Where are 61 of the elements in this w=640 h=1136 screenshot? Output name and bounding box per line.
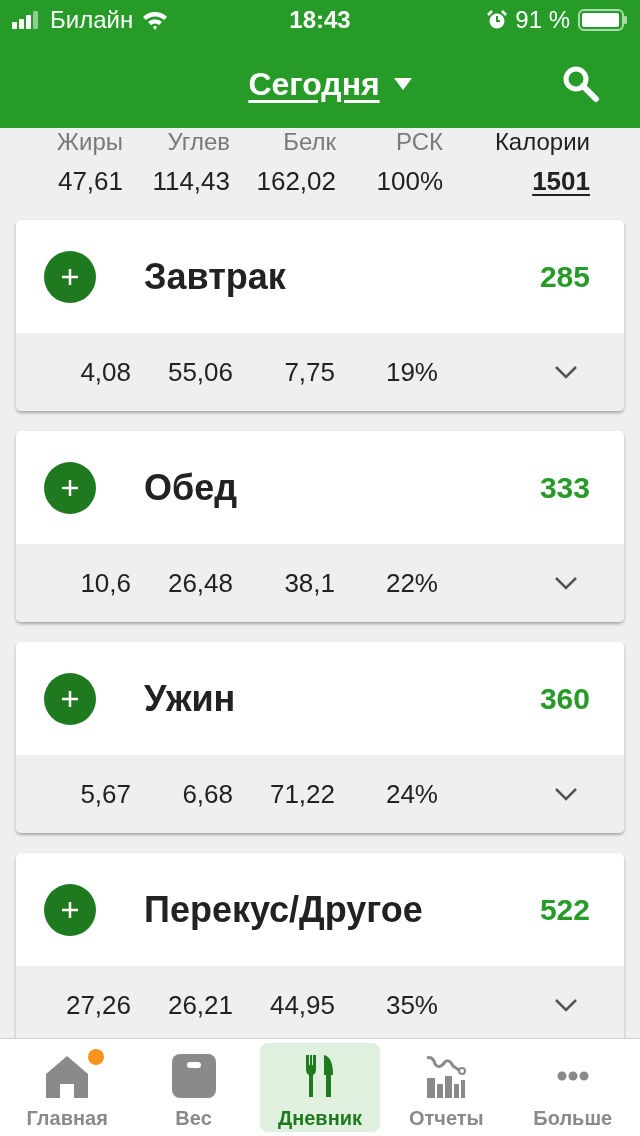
- meal-nutrient: 6,68: [181, 778, 233, 810]
- meal-calories: 285: [539, 259, 590, 294]
- fork-knife-icon: [304, 1053, 335, 1099]
- caret-icon: [393, 78, 412, 90]
- meal-nutrient: 26,21: [166, 989, 233, 1021]
- home-icon: [44, 1054, 91, 1098]
- meal-nutrient: 26,48: [166, 567, 233, 599]
- nutrient-label: Жиры: [55, 128, 123, 156]
- meal-nutrient: 35%: [384, 989, 438, 1021]
- meal-name: Обед: [144, 466, 239, 509]
- meal-nutrient: 44,95: [268, 989, 335, 1021]
- meal-name: Ужин: [144, 677, 237, 720]
- nutrient-total: 114,43: [151, 166, 230, 198]
- meal-nutrient: 38,1: [283, 567, 335, 599]
- add-button[interactable]: [44, 461, 96, 514]
- tab-item[interactable]: Вес: [133, 1043, 254, 1132]
- meal-nutrient: 71,22: [268, 778, 335, 810]
- battery-icon: [578, 9, 628, 31]
- meal-nutrient: 7,75: [283, 356, 335, 388]
- chevron-down-icon[interactable]: [554, 576, 578, 590]
- nutrient-total: 162,02: [255, 166, 336, 198]
- wifi-icon: [141, 10, 170, 30]
- meal-nutrient: 22%: [384, 567, 438, 599]
- tab-item[interactable]: Дневник: [259, 1043, 380, 1132]
- meal-calories: 360: [539, 681, 590, 716]
- chart-icon: [425, 1054, 468, 1098]
- scale-icon: [171, 1054, 216, 1098]
- nutrient-label: РСК: [394, 128, 443, 156]
- meal-nutrient: 19%: [384, 356, 438, 388]
- add-button[interactable]: [44, 883, 96, 936]
- calories-label: Калории: [493, 128, 590, 156]
- meal-calories: 522: [539, 892, 590, 927]
- meal-nutrient: 27,26: [64, 989, 131, 1021]
- meal-calories: 333: [539, 470, 590, 505]
- nutrient-total: 100%: [375, 166, 443, 198]
- search-icon[interactable]: [562, 65, 600, 103]
- carrier-name: Билайн: [50, 6, 134, 34]
- nutrient-label: Углев: [166, 128, 230, 156]
- meal-name: Завтрак: [144, 255, 287, 298]
- chevron-down-icon[interactable]: [554, 365, 578, 379]
- meal-name: Перекус/Другое: [144, 888, 424, 931]
- calories-total[interactable]: 1501: [443, 166, 590, 200]
- meal-nutrient: 5,67: [79, 778, 131, 810]
- meal-nutrient: 55,06: [166, 356, 233, 388]
- date-dropdown[interactable]: Сегодня: [248, 65, 412, 103]
- tab-item[interactable]: Отчеты: [386, 1043, 507, 1132]
- add-button[interactable]: [44, 250, 96, 303]
- nutrient-label: Белк: [282, 128, 336, 156]
- clock-time: 18:43: [289, 6, 351, 34]
- alarm-icon: [487, 10, 508, 30]
- meal-nutrient: 10,6: [79, 567, 131, 599]
- chevron-down-icon[interactable]: [554, 998, 578, 1012]
- chevron-down-icon[interactable]: [554, 787, 578, 801]
- tab-item[interactable]: Главная: [7, 1043, 128, 1132]
- add-button[interactable]: [44, 672, 96, 725]
- battery-percent: 91 %: [515, 6, 570, 34]
- meal-nutrient: 4,08: [79, 356, 131, 388]
- nutrient-total: 47,61: [56, 166, 123, 198]
- more-icon: [556, 1071, 589, 1081]
- tab-item[interactable]: Больше: [512, 1043, 633, 1132]
- meal-nutrient: 24%: [384, 778, 438, 810]
